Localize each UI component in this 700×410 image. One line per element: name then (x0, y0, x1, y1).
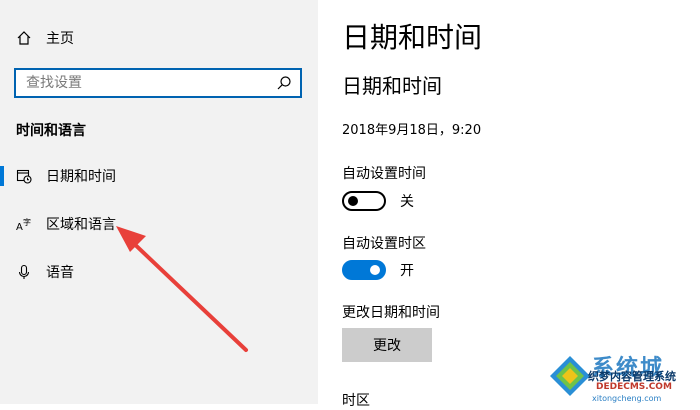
sidebar-item-speech[interactable]: 语音 (0, 254, 318, 290)
auto-timezone-toggle[interactable] (342, 260, 386, 280)
page-title: 日期和时间 (342, 21, 483, 54)
auto-timezone-row: 开 (342, 260, 414, 280)
current-datetime: 2018年9月18日，9:20 (342, 123, 482, 138)
home-nav-item[interactable]: 主页 (16, 26, 74, 50)
section-title: 时间和语言 (16, 123, 86, 139)
toggle-knob (370, 265, 380, 275)
search-input[interactable] (16, 70, 276, 96)
sidebar-item-label: 区域和语言 (46, 217, 116, 233)
svg-text:字: 字 (23, 217, 31, 227)
toggle-knob (348, 196, 358, 206)
svg-text:A: A (16, 222, 23, 232)
search-icon[interactable] (276, 75, 292, 91)
sidebar-item-region-language[interactable]: A 字 区域和语言 (0, 206, 318, 242)
section-heading: 日期和时间 (342, 74, 442, 98)
search-box[interactable] (14, 68, 302, 98)
sidebar-item-label: 语音 (46, 265, 74, 281)
timezone-label: 时区 (342, 393, 370, 409)
auto-time-row: 关 (342, 191, 414, 211)
auto-timezone-label: 自动设置时区 (342, 236, 426, 252)
home-icon (17, 31, 31, 45)
calendar-clock-icon (16, 168, 32, 184)
auto-time-label: 自动设置时间 (342, 166, 426, 182)
language-icon: A 字 (16, 216, 32, 232)
sidebar-item-date-time[interactable]: 日期和时间 (0, 158, 318, 194)
microphone-icon (16, 264, 32, 280)
sidebar-item-label: 日期和时间 (46, 169, 116, 185)
change-button[interactable]: 更改 (342, 328, 432, 362)
auto-timezone-state: 开 (400, 263, 414, 279)
main-content: 日期和时间 日期和时间 2018年9月18日，9:20 自动设置时间 关 自动设… (318, 0, 700, 409)
change-datetime-label: 更改日期和时间 (342, 305, 440, 321)
auto-time-toggle[interactable] (342, 191, 386, 211)
auto-time-state: 关 (400, 194, 414, 210)
home-label: 主页 (46, 31, 74, 47)
sidebar: 主页 时间和语言 日期和时间 A 字 区域和语言 (0, 0, 318, 404)
